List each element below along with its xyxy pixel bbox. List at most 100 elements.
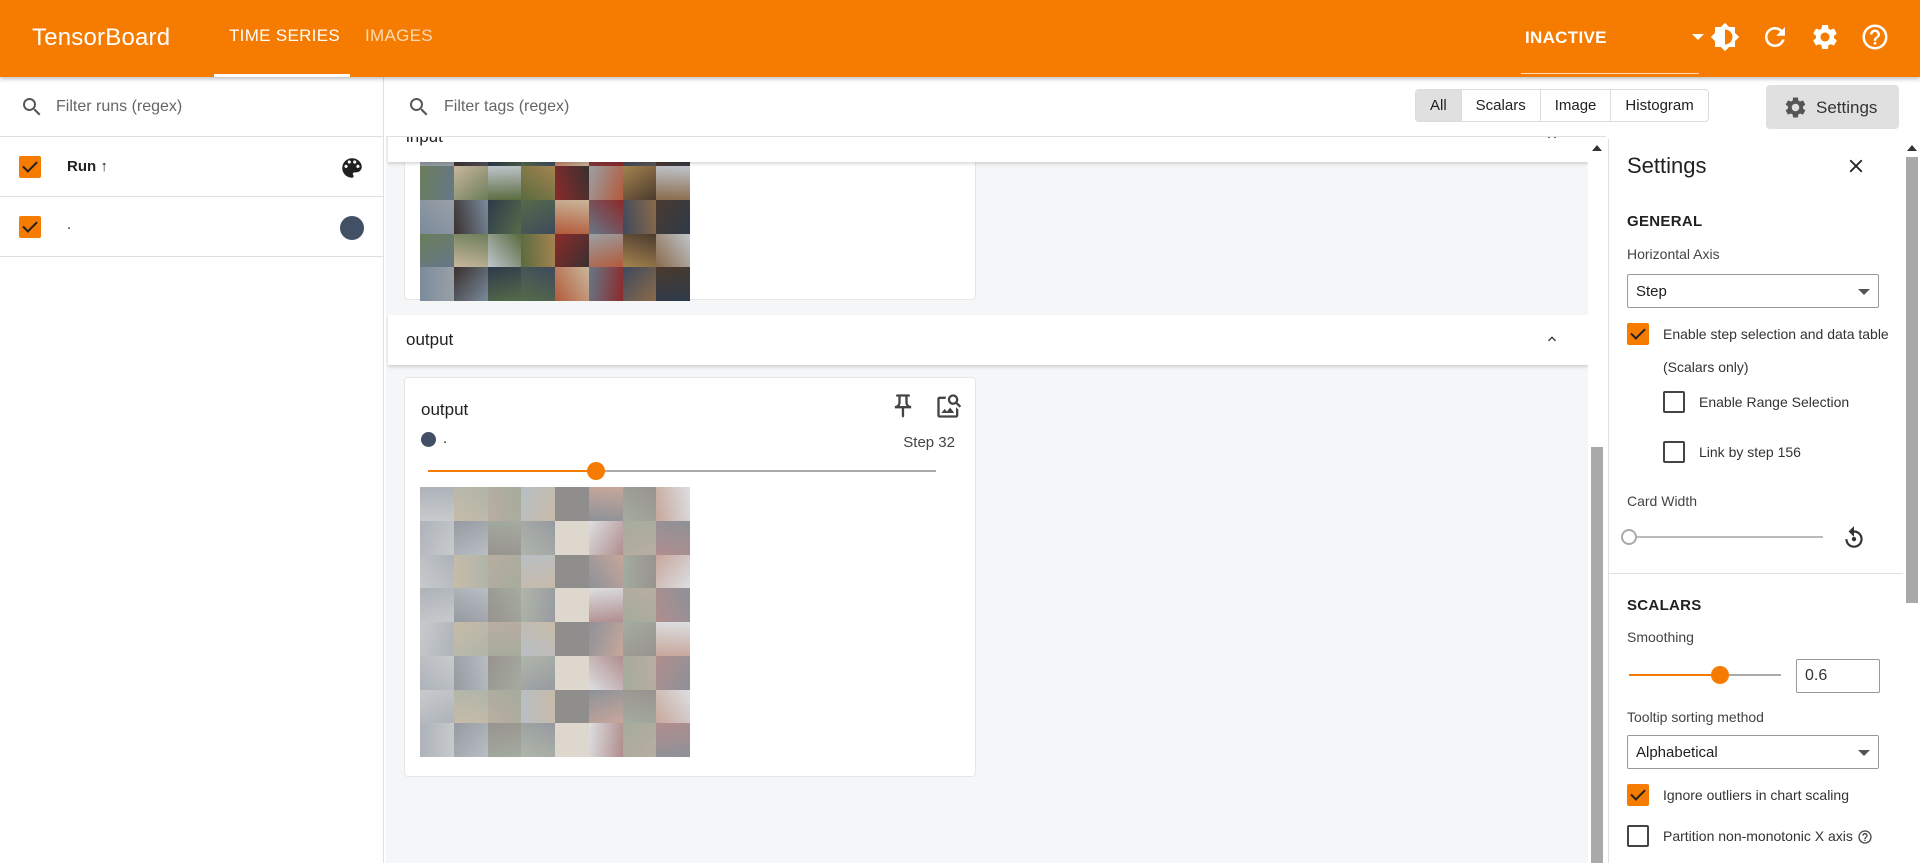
scrollbar-thumb[interactable] bbox=[1591, 447, 1603, 863]
card-width-slider-thumb[interactable] bbox=[1621, 529, 1637, 545]
image-thumbnail-tile bbox=[555, 233, 589, 268]
group-title: input bbox=[406, 137, 443, 147]
filter-image-button[interactable]: Image bbox=[1541, 90, 1612, 121]
image-thumbnail-tile bbox=[656, 520, 690, 555]
image-thumbnail-tile bbox=[453, 554, 488, 589]
step-slider[interactable] bbox=[428, 462, 936, 480]
chevron-down-icon bbox=[1858, 750, 1870, 756]
refresh-icon[interactable] bbox=[1760, 22, 1790, 52]
image-thumbnail-tile bbox=[588, 554, 623, 589]
tooltip-sort-label: Tooltip sorting method bbox=[1627, 709, 1764, 725]
partition-label: Partition non-monotonic X axis bbox=[1663, 828, 1853, 844]
ignore-outliers-label: Ignore outliers in chart scaling bbox=[1663, 787, 1849, 803]
pin-icon[interactable] bbox=[889, 392, 917, 420]
reset-icon[interactable] bbox=[1841, 525, 1867, 551]
run-checkbox[interactable] bbox=[19, 216, 41, 238]
image-thumbnail-tile bbox=[622, 622, 657, 656]
image-thumbnail-tile bbox=[555, 554, 589, 589]
image-thumbnail-tile bbox=[453, 588, 488, 622]
image-thumbnail-tile bbox=[420, 655, 454, 690]
image-card-output: output . Step 32 bbox=[404, 377, 976, 777]
tooltip-sort-select[interactable]: Alphabetical bbox=[1627, 735, 1879, 769]
image-thumbnail-tile bbox=[588, 655, 623, 690]
smoothing-slider[interactable] bbox=[1629, 666, 1781, 684]
chevron-up-icon[interactable] bbox=[1544, 331, 1560, 347]
tags-filter-input[interactable] bbox=[444, 95, 944, 119]
palette-icon[interactable] bbox=[339, 155, 365, 181]
runs-filter-input[interactable] bbox=[56, 95, 356, 119]
settings-gear-icon[interactable] bbox=[1810, 22, 1840, 52]
app-title: TensorBoard bbox=[32, 24, 171, 51]
link-by-step-checkbox[interactable] bbox=[1663, 441, 1685, 463]
runs-filter-bar bbox=[0, 77, 384, 137]
image-thumbnail-tile bbox=[487, 487, 522, 521]
help-circle-icon[interactable] bbox=[1857, 829, 1873, 845]
reload-status-select[interactable]: INACTIVE bbox=[1521, 0, 1704, 74]
filter-all-button[interactable]: All bbox=[1416, 90, 1462, 121]
ignore-outliers-checkbox[interactable] bbox=[1627, 784, 1649, 806]
image-thumbnail-tile bbox=[622, 487, 657, 521]
search-icon bbox=[23, 98, 41, 116]
image-thumbnail-tile bbox=[453, 723, 488, 757]
settings-button[interactable]: Settings bbox=[1766, 85, 1899, 129]
image-thumbnail-tile bbox=[555, 622, 589, 656]
group-header-output[interactable]: output bbox=[388, 315, 1588, 365]
scalars-section-heading: SCALARS bbox=[1627, 597, 1702, 614]
run-row: . bbox=[0, 197, 384, 257]
main-scrollbar[interactable] bbox=[1588, 137, 1606, 863]
cards-scroll-area[interactable]: input output output . Step 32 bbox=[386, 137, 1588, 863]
tab-time-series[interactable]: TIME SERIES bbox=[229, 26, 340, 46]
image-thumbnail-tile bbox=[487, 588, 522, 622]
image-thumbnail-tile bbox=[656, 554, 690, 589]
scalars-only-note: (Scalars only) bbox=[1663, 359, 1749, 375]
image-thumbnail-tile bbox=[521, 267, 555, 301]
active-tab-indicator bbox=[214, 74, 350, 77]
smoothing-slider-thumb[interactable] bbox=[1711, 666, 1730, 684]
help-icon[interactable] bbox=[1860, 22, 1890, 52]
image-thumbnail-tile bbox=[656, 622, 690, 656]
image-thumbnail-tile bbox=[420, 622, 454, 656]
image-thumbnail-tile bbox=[420, 689, 454, 724]
scroll-up-arrow[interactable] bbox=[1907, 145, 1917, 151]
select-all-runs-checkbox[interactable] bbox=[19, 156, 41, 178]
horizontal-axis-label: Horizontal Axis bbox=[1627, 246, 1720, 262]
image-thumbnail-tile bbox=[555, 689, 589, 724]
partition-checkbox[interactable] bbox=[1627, 825, 1649, 847]
image-search-icon[interactable] bbox=[935, 392, 963, 420]
filter-histogram-button[interactable]: Histogram bbox=[1611, 90, 1707, 121]
gear-icon bbox=[1785, 97, 1806, 118]
range-selection-checkbox[interactable] bbox=[1663, 391, 1685, 413]
filter-scalars-button[interactable]: Scalars bbox=[1462, 90, 1541, 121]
step-slider-thumb[interactable] bbox=[586, 462, 605, 480]
image-grid-output[interactable] bbox=[420, 487, 690, 757]
step-selection-checkbox[interactable] bbox=[1627, 323, 1649, 345]
close-icon[interactable] bbox=[1845, 155, 1867, 177]
tab-images[interactable]: IMAGES bbox=[365, 26, 433, 46]
scrollbar-thumb[interactable] bbox=[1906, 157, 1918, 603]
image-thumbnail-tile bbox=[487, 723, 522, 757]
dark-mode-icon[interactable] bbox=[1710, 22, 1740, 52]
horizontal-axis-select[interactable]: Step bbox=[1627, 274, 1879, 308]
image-thumbnail-tile bbox=[487, 689, 522, 724]
image-thumbnail-tile bbox=[521, 520, 555, 555]
chevron-up-icon[interactable] bbox=[1544, 137, 1560, 144]
image-thumbnail-tile bbox=[453, 689, 488, 724]
settings-panel: Settings GENERAL Horizontal Axis Step En… bbox=[1608, 139, 1920, 863]
settings-scrollbar[interactable] bbox=[1903, 139, 1920, 863]
scroll-up-arrow[interactable] bbox=[1592, 145, 1602, 151]
image-thumbnail-tile bbox=[420, 520, 454, 555]
image-thumbnail-tile bbox=[420, 723, 454, 757]
run-color-swatch[interactable] bbox=[340, 216, 364, 240]
image-thumbnail-tile bbox=[521, 622, 555, 656]
image-thumbnail-tile bbox=[420, 199, 454, 234]
image-thumbnail-tile bbox=[656, 267, 690, 301]
image-thumbnail-tile bbox=[487, 166, 522, 200]
run-column-header[interactable]: Run ↑ bbox=[67, 158, 108, 175]
smoothing-input[interactable] bbox=[1796, 659, 1880, 693]
image-thumbnail-tile bbox=[588, 199, 623, 234]
group-header-input[interactable]: input bbox=[388, 137, 1588, 162]
general-section-heading: GENERAL bbox=[1627, 213, 1703, 230]
link-by-step-label: Link by step 156 bbox=[1699, 444, 1801, 460]
image-thumbnail-tile bbox=[555, 588, 589, 622]
card-width-slider[interactable] bbox=[1621, 529, 1823, 545]
